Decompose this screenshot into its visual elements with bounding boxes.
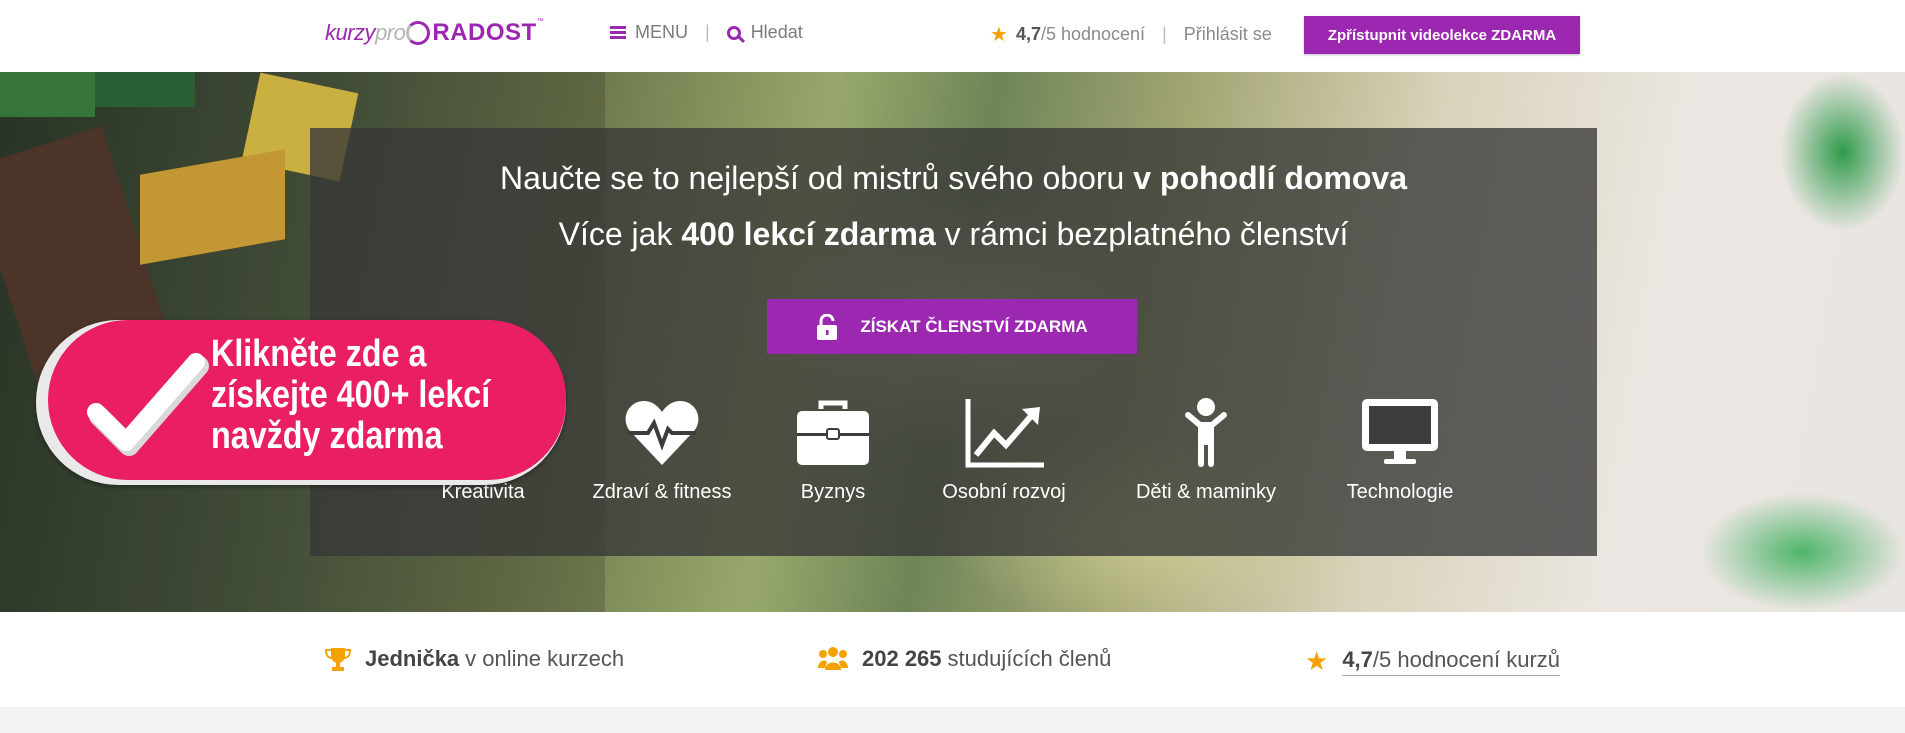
site-header: kurzy pro RADOST ™ MENU | Hledat ★ 4,7 /… (0, 0, 1905, 72)
stat-rating-text: /5 hodnocení kurzů (1372, 647, 1561, 672)
header-rating: ★ 4,7 /5 hodnocení | Přihlásit se (990, 22, 1272, 47)
stat-members: 202 265 studujících členů (818, 646, 1111, 672)
menu-label: MENU (635, 22, 688, 42)
category-personal-growth[interactable]: Osobní rozvoj (914, 397, 1094, 504)
hero-headline-text: Naučte se to nejlepší od mistrů svého ob… (499, 160, 1134, 196)
stat-members-text: studujících členů (947, 646, 1112, 671)
category-label: Osobní rozvoj (942, 481, 1066, 503)
promo-line: získejte 400+ lekcí (211, 374, 491, 416)
heartbeat-icon (625, 401, 699, 465)
site-logo[interactable]: kurzy pro RADOST ™ (325, 16, 544, 50)
stat-leader-bold: Jednička (365, 646, 460, 671)
login-link[interactable]: Přihlásit se (1184, 24, 1272, 45)
get-membership-button[interactable]: ZÍSKAT ČLENSTVÍ ZDARMA (767, 299, 1137, 354)
hero-sub-bold: 400 lekcí zdarma (681, 216, 936, 252)
logo-text-kurzy: kurzy (325, 20, 376, 45)
category-business[interactable]: Byznys (743, 397, 923, 504)
users-icon (818, 647, 848, 670)
header-divider: | (1162, 24, 1167, 44)
promo-text: Klikněte zde a získejte 400+ lekcí navžd… (211, 334, 517, 457)
category-label: Technologie (1346, 481, 1454, 503)
hamburger-icon (610, 26, 626, 39)
promo-line: Klikněte zde a (211, 333, 427, 375)
category-health[interactable]: Zdraví & fitness (572, 397, 752, 504)
child-icon (1185, 398, 1227, 467)
search-label: Hledat (750, 22, 803, 42)
category-technology[interactable]: Technologie (1310, 397, 1490, 504)
hero-section: Naučte se to nejlepší od mistrů svého ob… (0, 72, 1905, 612)
unlock-icon (817, 313, 838, 340)
logo-trademark: ™ (536, 18, 544, 25)
header-nav: MENU | Hledat (610, 22, 803, 43)
hero-headline: Naučte se to nejlepší od mistrů svého ob… (310, 160, 1597, 197)
trophy-icon (325, 648, 351, 671)
star-icon: ★ (1305, 646, 1329, 676)
chart-line-icon (965, 399, 1044, 468)
hero-sub-pre: Více jak (558, 216, 682, 252)
stat-members-bold: 202 265 (862, 646, 942, 671)
hero-subheadline: Více jak 400 lekcí zdarma v rámci bezpla… (310, 216, 1597, 253)
category-kids[interactable]: Děti & maminky (1116, 397, 1296, 504)
stats-bar: Jednička v online kurzech 202 265 studuj… (0, 612, 1905, 707)
category-label: Byznys (800, 481, 866, 503)
get-membership-label: ZÍSKAT ČLENSTVÍ ZDARMA (860, 316, 1088, 336)
stat-rating-link[interactable]: 4,7/5 hodnocení kurzů (1342, 647, 1561, 676)
hero-sub-post: v rámci bezplatného členství (935, 216, 1349, 252)
logo-text-radost: RADOST (432, 19, 537, 46)
menu-button[interactable]: MENU (610, 22, 688, 43)
stat-rating-bold: 4,7 (1342, 647, 1373, 672)
monitor-icon (1362, 399, 1438, 464)
logo-ring-icon (406, 21, 431, 45)
hero-bg-shape (1700, 492, 1905, 612)
stat-leader-text: v online kurzech (465, 646, 625, 671)
hero-bg-shape (1780, 72, 1905, 232)
stat-leader: Jednička v online kurzech (325, 646, 624, 672)
unlock-videos-button[interactable]: Zpřístupnit videolekce ZDARMA (1304, 16, 1580, 54)
logo-text-pro: pro (375, 20, 406, 45)
category-label: Děti & maminky (1135, 481, 1277, 503)
star-icon: ★ (990, 24, 1008, 46)
free-lessons-promo[interactable]: Klikněte zde a získejte 400+ lekcí navžd… (36, 320, 566, 485)
rating-value: 4,7 (1015, 24, 1041, 44)
category-label: Zdraví & fitness (592, 481, 732, 503)
hero-headline-bold: v pohodlí domova (1133, 160, 1407, 196)
rating-suffix: /5 hodnocení (1040, 24, 1146, 44)
briefcase-icon (797, 400, 869, 465)
stat-rating[interactable]: ★ 4,7/5 hodnocení kurzů (1305, 646, 1561, 677)
search-icon (726, 25, 741, 40)
nav-divider: | (705, 22, 710, 42)
search-button[interactable]: Hledat (726, 22, 803, 43)
promo-line: navždy zdarma (211, 415, 443, 457)
checkmark-icon (87, 353, 209, 456)
